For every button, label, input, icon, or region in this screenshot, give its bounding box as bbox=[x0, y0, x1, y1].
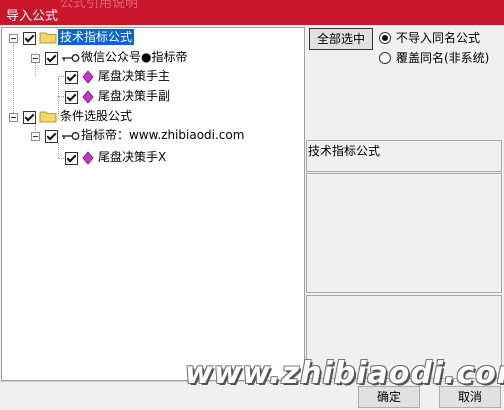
tree-node-checkbox[interactable] bbox=[65, 71, 78, 84]
collapse-icon[interactable] bbox=[31, 54, 40, 63]
formula-gem-icon bbox=[82, 70, 94, 84]
formula-description-panel bbox=[306, 173, 502, 293]
formula-gem-icon bbox=[82, 151, 94, 165]
formula-tree[interactable]: 技术指标公式 微信公众号●指标帝 尾盘决策手主 尾盘决策手副 条件选股公式 指标… bbox=[1, 27, 305, 381]
tree-node-checkbox[interactable] bbox=[23, 32, 36, 45]
tree-node-label[interactable]: 尾盘决策手主 bbox=[98, 68, 170, 84]
tree-node-label[interactable]: 条件选股公式 bbox=[60, 108, 132, 124]
tree-node-checkbox[interactable] bbox=[23, 111, 36, 124]
options-pane: 全部选中 不导入同名公式 覆盖同名(非系统) 技术指标公式 bbox=[306, 27, 502, 379]
tree-node-checkbox[interactable] bbox=[45, 52, 58, 65]
folder-icon bbox=[39, 32, 57, 44]
footer-divider bbox=[0, 381, 504, 382]
radio-skip-duplicates-label[interactable]: 不导入同名公式 bbox=[396, 30, 480, 46]
collapse-icon[interactable] bbox=[31, 132, 40, 141]
tree-node-label[interactable]: 指标帝：www.zhibiaodi.com bbox=[81, 127, 244, 143]
ok-button[interactable]: 确定 bbox=[358, 386, 420, 408]
key-icon bbox=[62, 54, 80, 62]
tree-node-label[interactable]: 微信公众号●指标帝 bbox=[81, 49, 187, 65]
formula-gem-icon bbox=[82, 90, 94, 104]
title-shadow-text: 公式引用说明 bbox=[60, 0, 139, 11]
radio-overwrite[interactable] bbox=[379, 52, 391, 64]
key-icon bbox=[62, 132, 80, 140]
tree-node-checkbox[interactable] bbox=[45, 130, 58, 143]
tree-guide-line bbox=[13, 41, 14, 121]
window-title: 导入公式 bbox=[6, 9, 59, 24]
radio-skip-duplicates[interactable] bbox=[379, 32, 391, 44]
formula-params-panel bbox=[306, 295, 502, 379]
collapse-icon[interactable] bbox=[9, 34, 18, 43]
tree-guide-line bbox=[58, 143, 59, 158]
select-all-button[interactable]: 全部选中 bbox=[309, 28, 373, 50]
title-bar: 公式引用说明 导入公式 bbox=[0, 0, 504, 25]
collapse-icon[interactable] bbox=[9, 113, 18, 122]
tree-guide-line bbox=[58, 78, 59, 116]
tree-node-checkbox[interactable] bbox=[65, 91, 78, 104]
folder-icon bbox=[39, 111, 57, 123]
radio-overwrite-label[interactable]: 覆盖同名(非系统) bbox=[396, 50, 489, 66]
detail-header: 技术指标公式 bbox=[308, 144, 381, 158]
tree-node-label[interactable]: 尾盘决策手副 bbox=[98, 88, 170, 104]
detail-header-panel: 技术指标公式 bbox=[306, 140, 502, 172]
tree-node-label[interactable]: 尾盘决策手X bbox=[98, 149, 166, 165]
tree-node-checkbox[interactable] bbox=[65, 152, 78, 165]
tree-node-label[interactable]: 技术指标公式 bbox=[58, 29, 135, 45]
cancel-button[interactable]: 取消 bbox=[439, 386, 501, 408]
